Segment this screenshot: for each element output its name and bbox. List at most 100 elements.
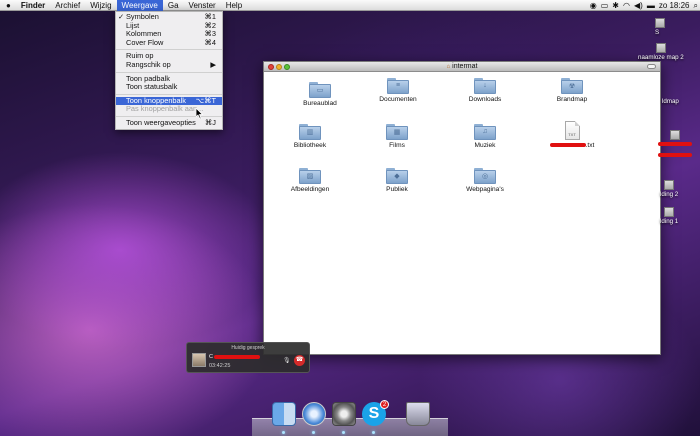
menu-separator	[116, 115, 222, 117]
call-duration: 03:42:25	[209, 363, 231, 369]
call-title: Huidig gesprek	[231, 345, 265, 351]
monitor-status-icon[interactable]: ▭	[601, 0, 609, 11]
item-bibliotheek[interactable]: ▥ Bibliotheek	[270, 124, 350, 149]
item-txt-file[interactable]: TXT .txt	[532, 121, 612, 149]
trash-dock-icon[interactable]	[406, 402, 430, 426]
menu-item-label: Toon statusbalk	[126, 82, 178, 92]
weergave-menu: ✓ Symbolen ⌘1 Lijst ⌘2 Kolommen ⌘3 Cover…	[115, 11, 223, 130]
menu-item-shortcut: ⌘4	[204, 37, 216, 47]
menu-item-cover-flow[interactable]: Cover Flow ⌘4	[116, 37, 222, 48]
wifi-status-icon[interactable]: ◠	[623, 0, 630, 11]
menu-archief[interactable]: Archief	[50, 0, 85, 11]
redaction-mark	[658, 153, 692, 158]
window-title-area: ⌂ intermat	[447, 62, 478, 72]
burn-folder-icon: ☢	[561, 78, 583, 94]
item-label: .txt	[532, 142, 612, 149]
caller-name: C	[209, 354, 260, 360]
text-document-icon: TXT	[564, 121, 580, 140]
safari-dock-icon[interactable]	[302, 402, 326, 426]
item-label: Bureaublad	[303, 100, 337, 107]
window-title: intermat	[452, 63, 478, 70]
end-call-button[interactable]: ☎	[294, 355, 305, 366]
desktop-icon-lding-1[interactable]: lding 1	[660, 207, 678, 225]
zoom-button[interactable]	[284, 64, 290, 70]
menu-item-rangschik-op[interactable]: Rangschik op ▶	[116, 59, 222, 70]
spotlight-search-icon[interactable]: ⌕	[694, 0, 698, 11]
file-icon	[664, 180, 675, 190]
menu-item-label: Cover Flow	[126, 37, 164, 47]
movies-folder-icon: ▦	[386, 124, 408, 140]
desktop-icon-ldmap[interactable]: ldmap	[662, 98, 679, 105]
toolbar-toggle-button[interactable]	[647, 64, 656, 69]
home-folder-icon: ⌂	[446, 64, 451, 70]
item-downloads[interactable]: ↓ Downloads	[445, 78, 525, 103]
menu-wijzig[interactable]: Wijzig	[85, 0, 116, 11]
finder-window[interactable]: ⌂ intermat ▭ Bureaublad ≡ Documenten ↓ D…	[263, 61, 661, 355]
item-films[interactable]: ▦ Films	[357, 124, 437, 149]
minimize-button[interactable]	[276, 64, 282, 70]
window-titlebar[interactable]: ⌂ intermat	[264, 62, 660, 72]
running-indicator	[342, 431, 345, 434]
running-indicator	[312, 431, 315, 434]
pictures-folder-icon: ▨	[299, 168, 321, 184]
item-brandmap[interactable]: ☢ Brandmap	[532, 78, 612, 103]
menu-app-finder[interactable]: Finder	[16, 0, 50, 11]
redaction-mark	[213, 354, 260, 359]
running-indicator	[282, 431, 285, 434]
item-label: Downloads	[468, 96, 502, 103]
menu-separator	[116, 49, 222, 51]
music-folder-icon: ♫	[474, 124, 496, 140]
item-muziek[interactable]: ♫ Muziek	[445, 124, 525, 149]
item-label: Afbeeldingen	[290, 186, 330, 193]
item-webpaginas[interactable]: ◎ Webpagina's	[445, 168, 525, 193]
sites-folder-icon: ◎	[474, 168, 496, 184]
status-area: ◉ ▭ ✱ ◠ ◀) ▬ zo 18:26 ⌕	[590, 0, 698, 11]
system-preferences-dock-icon[interactable]	[332, 402, 356, 426]
desktop-icon[interactable]: S	[655, 18, 665, 36]
menu-item-pas-knoppenbalk-aan: Pas knoppenbalk aan...	[116, 105, 222, 114]
finder-dock-icon[interactable]	[272, 402, 296, 426]
downloads-folder-icon: ↓	[474, 78, 496, 94]
apple-menu-icon[interactable]: ●	[0, 0, 16, 11]
checkmark-icon: ✓	[118, 12, 125, 21]
desktop-icon-lding-2[interactable]: lding 2	[660, 180, 678, 198]
skype-call-window[interactable]: Huidig gesprek C 03:42:25 🎙 ☎	[186, 342, 310, 373]
battery-status-icon[interactable]: ▬	[647, 0, 655, 11]
desktop-icon-redacted[interactable]	[658, 130, 692, 148]
menu-item-label: Pas knoppenbalk aan...	[126, 104, 204, 114]
close-button[interactable]	[268, 64, 274, 70]
desktop-icon-label: lding 1	[660, 218, 679, 225]
item-label: Bibliotheek	[293, 142, 327, 149]
library-folder-icon: ▥	[299, 124, 321, 140]
menu-separator	[116, 71, 222, 73]
desktop-icon-label: naamloze map 2	[638, 54, 684, 61]
item-documenten[interactable]: ≡ Documenten	[358, 78, 438, 103]
mouse-cursor-icon	[196, 108, 203, 119]
disk-icon	[655, 18, 665, 28]
item-bureaublad[interactable]: ▭ Bureaublad	[280, 82, 360, 107]
redaction-mark	[549, 143, 586, 148]
menu-item-toon-statusbalk[interactable]: Toon statusbalk	[116, 83, 222, 92]
menu-venster[interactable]: Venster	[184, 0, 221, 11]
menu-weergave[interactable]: Weergave	[116, 0, 163, 11]
submenu-arrow-icon: ▶	[210, 59, 216, 69]
redaction-mark	[658, 142, 692, 147]
documents-folder-icon: ≡	[387, 78, 409, 94]
menu-clock[interactable]: zo 18:26	[659, 0, 690, 11]
menu-help[interactable]: Help	[221, 0, 247, 11]
skype-status-icon[interactable]: ◉	[590, 0, 597, 11]
microphone-icon[interactable]: 🎙	[283, 357, 291, 364]
item-publiek[interactable]: ◆ Publiek	[357, 168, 437, 193]
folder-icon	[655, 43, 666, 53]
menu-item-label: Rangschik op	[126, 59, 171, 69]
menu-bar: ● Finder Archief Wijzig Weergave Ga Vens…	[0, 0, 700, 11]
public-folder-icon: ◆	[386, 168, 408, 184]
desktop-icon-naamloze-map-2[interactable]: naamloze map 2	[638, 43, 684, 61]
desktop-icon-redacted[interactable]	[658, 152, 692, 159]
item-afbeeldingen[interactable]: ▨ Afbeeldingen	[270, 168, 350, 193]
bluetooth-status-icon[interactable]: ✱	[612, 0, 619, 11]
running-indicator	[372, 431, 375, 434]
menu-ga[interactable]: Ga	[163, 0, 184, 11]
menu-item-toon-weergaveopties[interactable]: Toon weergaveopties ⌘J	[116, 118, 222, 128]
volume-status-icon[interactable]: ◀)	[634, 0, 643, 11]
